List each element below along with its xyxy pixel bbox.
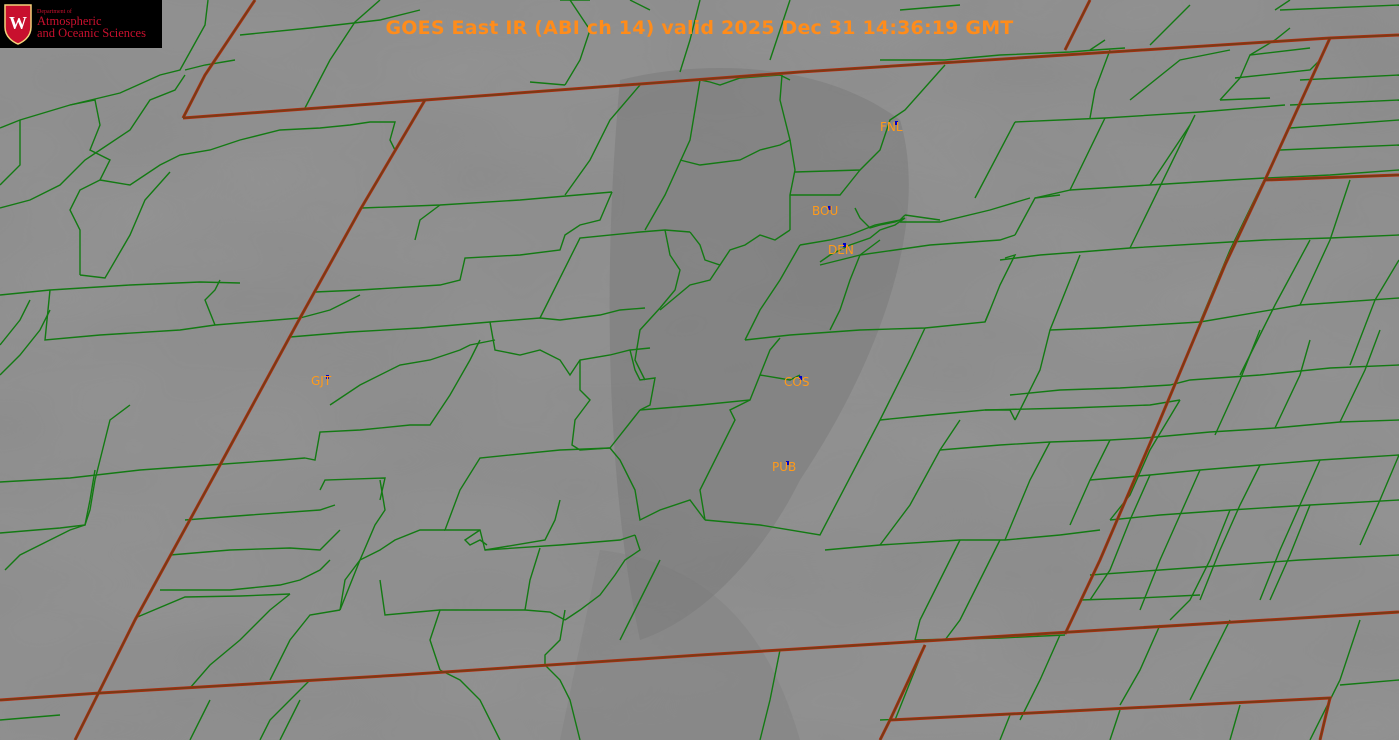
image-title: GOES East IR (ABI ch 14) valid 2025 Dec … — [385, 17, 1014, 39]
station-label-cos: COS — [784, 375, 810, 389]
station-label-bou: BOU — [812, 204, 839, 218]
station-label-den: DEN — [828, 243, 854, 257]
station-label-gjt: GJT — [311, 374, 332, 388]
satellite-map — [0, 0, 1399, 740]
station-label-fnl: FNL — [880, 120, 903, 134]
station-label-pub: PUB — [772, 460, 797, 474]
